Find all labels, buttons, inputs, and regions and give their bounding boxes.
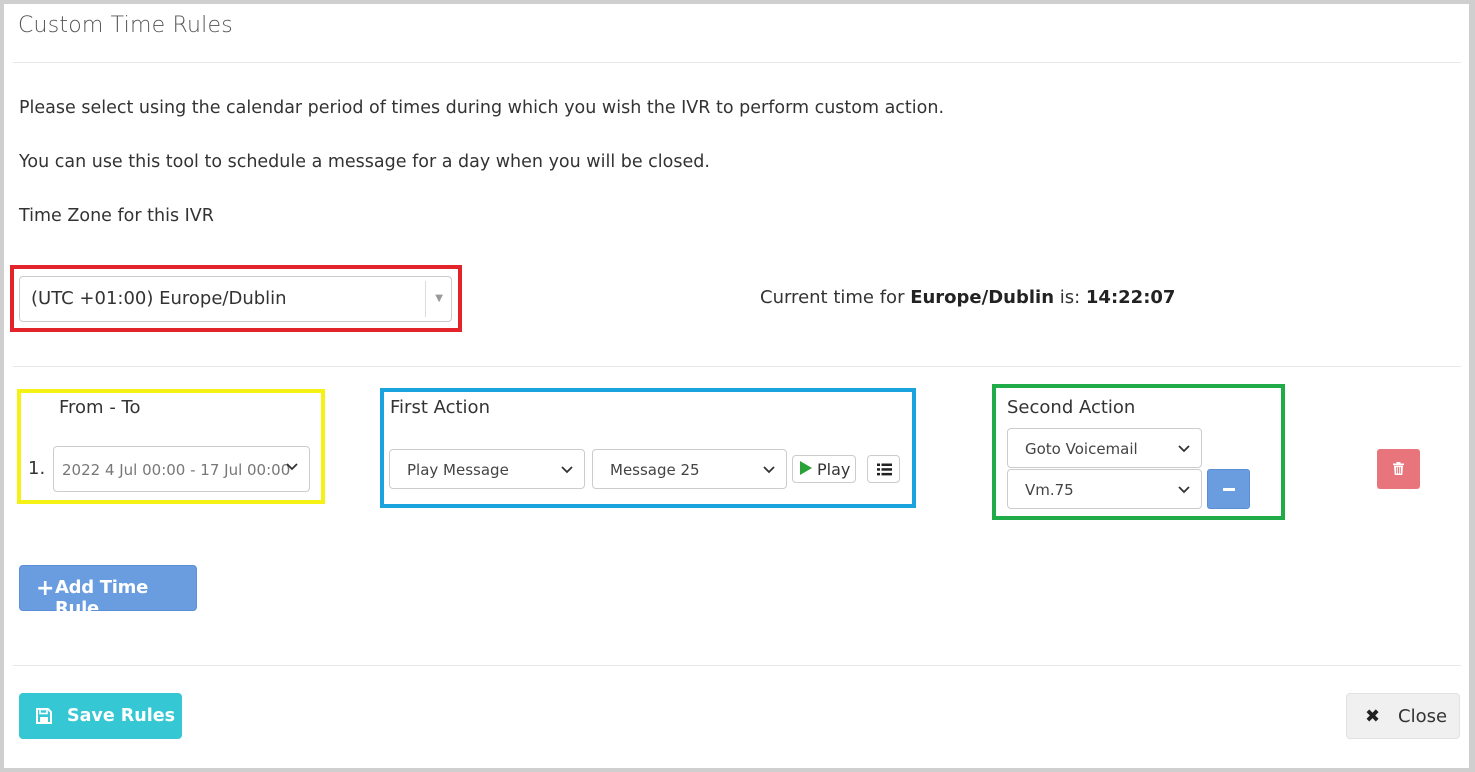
current-time-mid: is: xyxy=(1054,287,1086,308)
current-time-text: Current time for Europe/Dublin is: 14:22… xyxy=(760,287,1175,308)
current-time-prefix: Current time for xyxy=(760,287,911,308)
play-button-label: Play xyxy=(817,460,851,479)
chevron-down-icon xyxy=(1177,441,1191,455)
close-button[interactable]: ✖ Close xyxy=(1346,693,1460,739)
timezone-select-value: (UTC +01:00) Europe/Dublin xyxy=(31,288,287,309)
intro-text-2: You can use this tool to schedule a mess… xyxy=(19,152,710,172)
floppy-disk-icon xyxy=(36,708,52,724)
footer-divider xyxy=(13,665,1461,666)
timezone-label: Time Zone for this IVR xyxy=(19,206,214,226)
plus-icon: + xyxy=(36,576,55,601)
message-select[interactable]: Message 25 xyxy=(592,449,787,489)
times-icon: ✖ xyxy=(1365,706,1381,727)
section-divider xyxy=(13,366,1461,367)
voicemail-select-value: Vm.75 xyxy=(1025,481,1074,499)
second-action-select[interactable]: Goto Voicemail xyxy=(1007,428,1202,468)
current-time-value: 14:22:07 xyxy=(1085,287,1176,308)
from-to-label: From - To xyxy=(59,397,141,418)
current-time-zone: Europe/Dublin xyxy=(910,287,1055,308)
intro-text-1: Please select using the calendar period … xyxy=(19,98,945,118)
rule-number: 1. xyxy=(28,458,46,479)
second-action-value: Goto Voicemail xyxy=(1025,440,1138,458)
timezone-select-divider xyxy=(425,281,426,317)
date-range-select[interactable]: 2022 4 Jul 00:00 - 17 Jul 00:00 xyxy=(53,446,310,492)
trash-icon xyxy=(1393,462,1404,475)
timezone-select[interactable]: (UTC +01:00) Europe/Dublin ▼ xyxy=(19,276,452,322)
minus-icon xyxy=(1223,488,1235,491)
first-action-value: Play Message xyxy=(407,461,509,479)
close-label: Close xyxy=(1398,706,1448,727)
header-divider xyxy=(13,62,1461,63)
play-button[interactable]: Play xyxy=(792,455,856,483)
dialog-title: Custom Time Rules xyxy=(18,13,233,38)
play-icon xyxy=(800,461,812,475)
voicemail-select[interactable]: Vm.75 xyxy=(1007,469,1202,509)
chevron-down-icon xyxy=(560,462,574,476)
chevron-down-icon xyxy=(762,462,776,476)
add-time-rule-button[interactable]: + Add Time Rule xyxy=(19,565,197,619)
second-action-label: Second Action xyxy=(1007,397,1136,418)
add-time-rule-label: Add Time Rule xyxy=(55,577,148,619)
delete-rule-button[interactable] xyxy=(1377,449,1420,489)
date-range-value: 2022 4 Jul 00:00 - 17 Jul 00:00 xyxy=(62,461,291,479)
caret-down-icon: ▼ xyxy=(435,293,443,304)
message-select-value: Message 25 xyxy=(610,461,700,479)
chevron-down-icon xyxy=(1177,482,1191,496)
first-action-select[interactable]: Play Message xyxy=(389,449,585,489)
save-rules-button[interactable]: Save Rules xyxy=(19,693,182,739)
remove-second-action-button[interactable] xyxy=(1207,469,1250,509)
message-list-button[interactable] xyxy=(867,455,900,483)
first-action-label: First Action xyxy=(390,397,490,418)
chevron-down-icon xyxy=(285,459,299,473)
save-rules-label: Save Rules xyxy=(67,706,175,726)
list-icon xyxy=(877,463,892,476)
